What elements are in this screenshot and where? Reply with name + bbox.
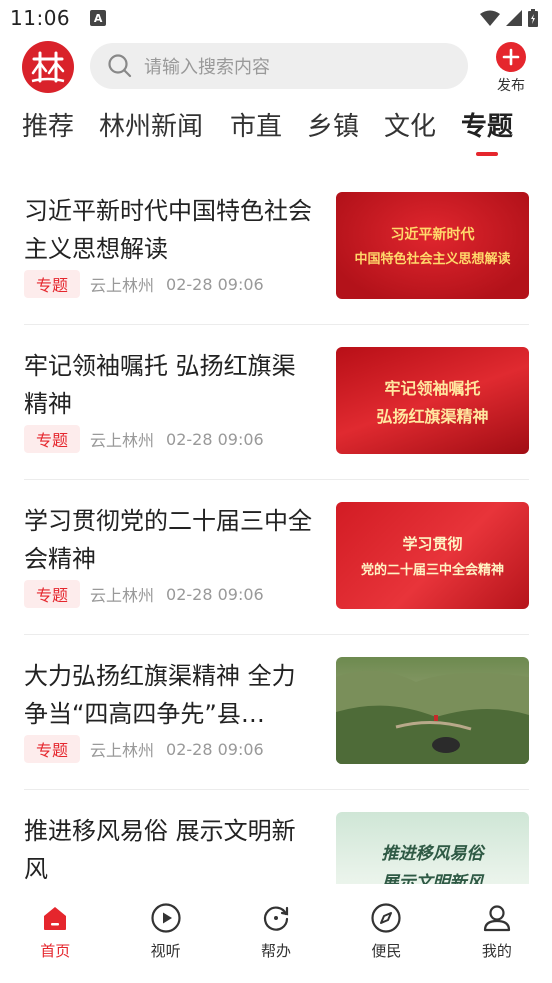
item-tag: 专题 — [24, 580, 81, 608]
item-time: 02-28 09:06 — [166, 739, 264, 759]
item-thumbnail[interactable]: 习近平新时代 中国特色社会主义思想解读 — [336, 192, 529, 299]
nav-media[interactable]: 视听 — [110, 886, 220, 983]
status-time: 11:06 — [10, 6, 71, 30]
app-header: 请输入搜索内容 发布 — [0, 38, 552, 96]
thumbnail-caption-line2: 中国特色社会主义思想解读 — [354, 252, 511, 267]
wifi-icon — [480, 10, 500, 26]
item-meta: 专题 云上林州 02-28 09:06 — [24, 580, 264, 608]
item-title: 习近平新时代中国特色社会主义思想解读 — [24, 197, 312, 263]
publish-label: 发布 — [497, 78, 525, 94]
list-item[interactable]: 大力弘扬红旗渠精神 全力争当“四高四争先”县… 专题 云上林州 02-28 09… — [0, 635, 552, 790]
app-logo[interactable] — [22, 41, 74, 93]
nav-label: 帮办 — [261, 942, 292, 960]
thumbnail-caption-line1: 习近平新时代 — [390, 227, 475, 243]
item-title: 学习贯彻党的二十届三中全会精神 — [24, 507, 312, 573]
notification-icon: A — [90, 10, 107, 26]
publish-button[interactable]: 发布 — [490, 42, 532, 98]
item-meta: 专题 云上林州 02-28 09:06 — [24, 425, 264, 453]
news-feed[interactable]: 习近平新时代中国特色社会主义思想解读 专题 云上林州 02-28 09:06 习… — [0, 170, 552, 884]
search-bar[interactable]: 请输入搜索内容 — [90, 43, 468, 89]
status-icons — [480, 9, 538, 27]
item-title: 大力弘扬红旗渠精神 全力争当“四高四争先”县… — [24, 662, 296, 728]
tab-linzhou-news[interactable]: 林州新闻 — [99, 106, 203, 143]
compass-icon — [368, 900, 404, 936]
item-time: 02-28 09:06 — [166, 429, 264, 449]
tab-special[interactable]: 专题 — [461, 106, 513, 143]
play-icon — [148, 900, 184, 936]
item-source: 云上林州 — [90, 276, 155, 295]
tab-township[interactable]: 乡镇 — [307, 106, 359, 143]
item-source: 云上林州 — [90, 431, 155, 450]
plus-icon — [496, 42, 526, 72]
thumbnail-caption-line1: 推进移风易俗 — [381, 843, 484, 864]
refresh-icon — [258, 900, 294, 936]
thumbnail-caption-line2: 党的二十届三中全会精神 — [360, 563, 504, 578]
list-item[interactable]: 牢记领袖嘱托 弘扬红旗渠精神 专题 云上林州 02-28 09:06 牢记领袖嘱… — [0, 325, 552, 480]
thumbnail-caption-line2: 弘扬红旗渠精神 — [376, 406, 489, 426]
item-thumbnail[interactable]: 牢记领袖嘱托 弘扬红旗渠精神 — [336, 347, 529, 454]
list-item[interactable]: 学习贯彻党的二十届三中全会精神 专题 云上林州 02-28 09:06 学习贯彻… — [0, 480, 552, 635]
item-meta: 专题 云上林州 02-28 09:06 — [24, 735, 264, 763]
bottom-nav: 首页 视听 帮办 便民 我的 — [0, 886, 552, 983]
thumbnail-caption-line1: 牢记领袖嘱托 — [384, 378, 481, 398]
nav-label: 我的 — [481, 942, 512, 960]
item-title: 推进移风易俗 展示文明新风 — [24, 817, 296, 883]
category-tabs: 推荐 林州新闻 市直 乡镇 文化 专题 — [0, 100, 552, 160]
thumbnail-caption-line2: 展示文明新风 — [381, 872, 484, 885]
item-tag: 专题 — [24, 425, 81, 453]
item-source: 云上林州 — [90, 586, 155, 605]
nav-home[interactable]: 首页 — [0, 886, 110, 983]
nav-profile[interactable]: 我的 — [442, 886, 552, 983]
active-tab-indicator — [476, 152, 498, 156]
item-thumbnail[interactable] — [336, 657, 529, 764]
tab-culture[interactable]: 文化 — [384, 106, 436, 143]
thumbnail-caption-line1: 学习贯彻 — [402, 535, 463, 553]
item-title: 牢记领袖嘱托 弘扬红旗渠精神 — [24, 352, 296, 418]
item-time: 02-28 09:06 — [166, 274, 264, 294]
item-thumbnail[interactable]: 学习贯彻 党的二十届三中全会精神 — [336, 502, 529, 609]
status-bar: 11:06 A — [0, 0, 552, 36]
item-meta: 专题 云上林州 02-28 09:06 — [24, 270, 264, 298]
item-source: 云上林州 — [90, 741, 155, 760]
nav-label: 首页 — [40, 942, 71, 960]
item-time: 02-28 09:06 — [166, 584, 264, 604]
nav-services[interactable]: 便民 — [331, 886, 441, 983]
list-item[interactable]: 推进移风易俗 展示文明新风 推进移风易俗 展示文明新风 — [0, 790, 552, 884]
item-tag: 专题 — [24, 270, 81, 298]
search-placeholder: 请输入搜索内容 — [144, 57, 270, 78]
user-icon — [479, 900, 515, 936]
search-icon — [106, 52, 134, 80]
tab-recommend[interactable]: 推荐 — [22, 106, 74, 143]
nav-label: 视听 — [150, 942, 181, 960]
home-icon — [37, 900, 73, 936]
nav-help[interactable]: 帮办 — [221, 886, 331, 983]
logo-icon — [31, 51, 65, 83]
battery-icon — [528, 9, 538, 27]
nav-label: 便民 — [371, 942, 402, 960]
item-thumbnail[interactable]: 推进移风易俗 展示文明新风 — [336, 812, 529, 884]
tab-city[interactable]: 市直 — [230, 106, 282, 143]
list-item[interactable]: 习近平新时代中国特色社会主义思想解读 专题 云上林州 02-28 09:06 习… — [0, 170, 552, 325]
signal-icon — [506, 10, 522, 26]
mountain-canal-image — [336, 670, 529, 764]
item-tag: 专题 — [24, 735, 81, 763]
